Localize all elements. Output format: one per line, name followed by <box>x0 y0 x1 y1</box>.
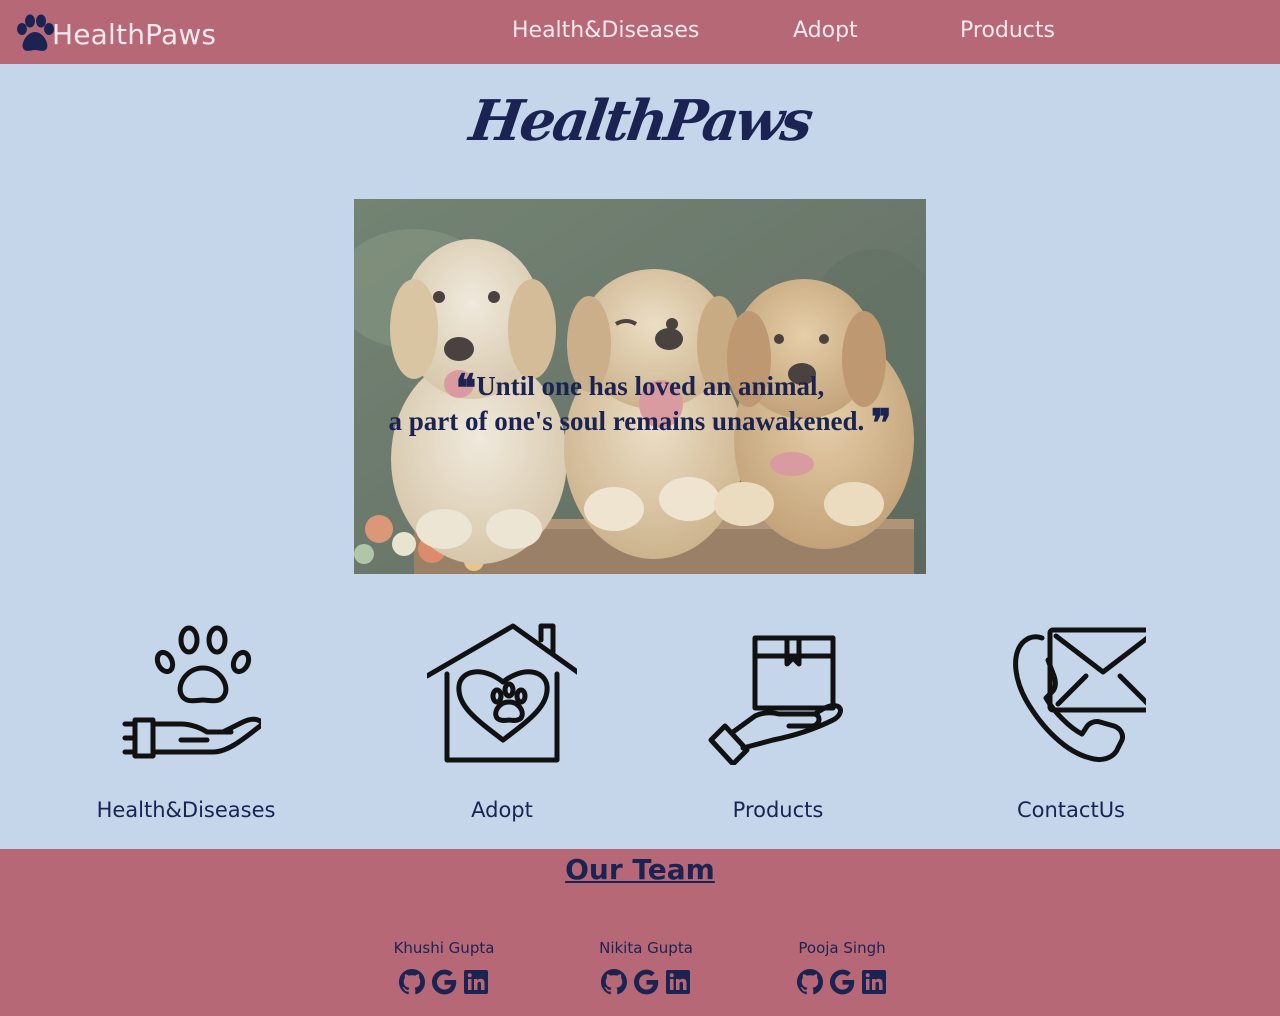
nav-adopt[interactable]: Adopt <box>793 18 858 43</box>
member-name: Khushi Gupta <box>393 939 495 957</box>
phone-envelope-icon <box>1013 627 1146 763</box>
github-icon[interactable] <box>397 967 427 1001</box>
quote-close-icon: ❞ <box>871 400 892 445</box>
linkedin-icon[interactable] <box>859 967 889 1001</box>
navbar: HealthPaws Health&Diseases Adopt Product… <box>0 0 1280 64</box>
quote-line-1: Until one has loved an animal, <box>476 371 825 401</box>
github-icon[interactable] <box>795 967 825 1001</box>
feature-card-adopt[interactable]: Adopt <box>402 620 602 822</box>
member-links <box>379 967 509 1001</box>
linkedin-icon[interactable] <box>461 967 491 1001</box>
nav-products[interactable]: Products <box>960 18 1055 43</box>
quote-line-2: a part of one's soul remains unawakened. <box>388 406 865 436</box>
team-member: Nikita Gupta <box>581 939 711 1001</box>
team-member: Khushi Gupta <box>379 939 509 1001</box>
feature-label-products: Products <box>732 798 824 822</box>
heart-house-icon <box>427 623 577 763</box>
linkedin-icon[interactable] <box>663 967 693 1001</box>
team-title: Our Team <box>565 853 715 886</box>
paw-in-hand-icon <box>122 625 261 759</box>
member-links <box>581 967 711 1001</box>
brand-link[interactable]: HealthPaws <box>14 12 216 56</box>
paw-icon <box>17 14 54 51</box>
feature-card-contactus[interactable]: ContactUs <box>971 620 1171 822</box>
member-links <box>777 967 907 1001</box>
github-icon[interactable] <box>599 967 629 1001</box>
footer: Our Team Khushi Gupta Nikita Gupta Pooja… <box>0 849 1280 1016</box>
feature-card-health-diseases[interactable]: Health&Diseases <box>86 620 286 822</box>
box-in-hand-icon <box>708 635 843 765</box>
nav-health-diseases[interactable]: Health&Diseases <box>512 18 699 43</box>
hero-image: ❝Until one has loved an animal, a part o… <box>354 199 926 574</box>
quote-open-icon: ❝ <box>455 365 477 410</box>
google-icon[interactable] <box>827 967 857 1001</box>
feature-card-products[interactable]: Products <box>678 620 878 822</box>
google-icon[interactable] <box>429 967 459 1001</box>
member-name: Nikita Gupta <box>599 939 693 957</box>
team-member: Pooja Singh <box>777 939 907 1001</box>
page-title: HealthPaws <box>465 88 815 154</box>
brand-name: HealthPaws <box>52 17 217 51</box>
feature-label-health-diseases: Health&Diseases <box>96 798 276 822</box>
feature-label-contactus: ContactUs <box>1016 798 1125 822</box>
feature-label-adopt: Adopt <box>471 798 533 822</box>
hero-quote: ❝Until one has loved an animal, a part o… <box>354 369 926 442</box>
google-icon[interactable] <box>631 967 661 1001</box>
member-name: Pooja Singh <box>798 939 886 957</box>
